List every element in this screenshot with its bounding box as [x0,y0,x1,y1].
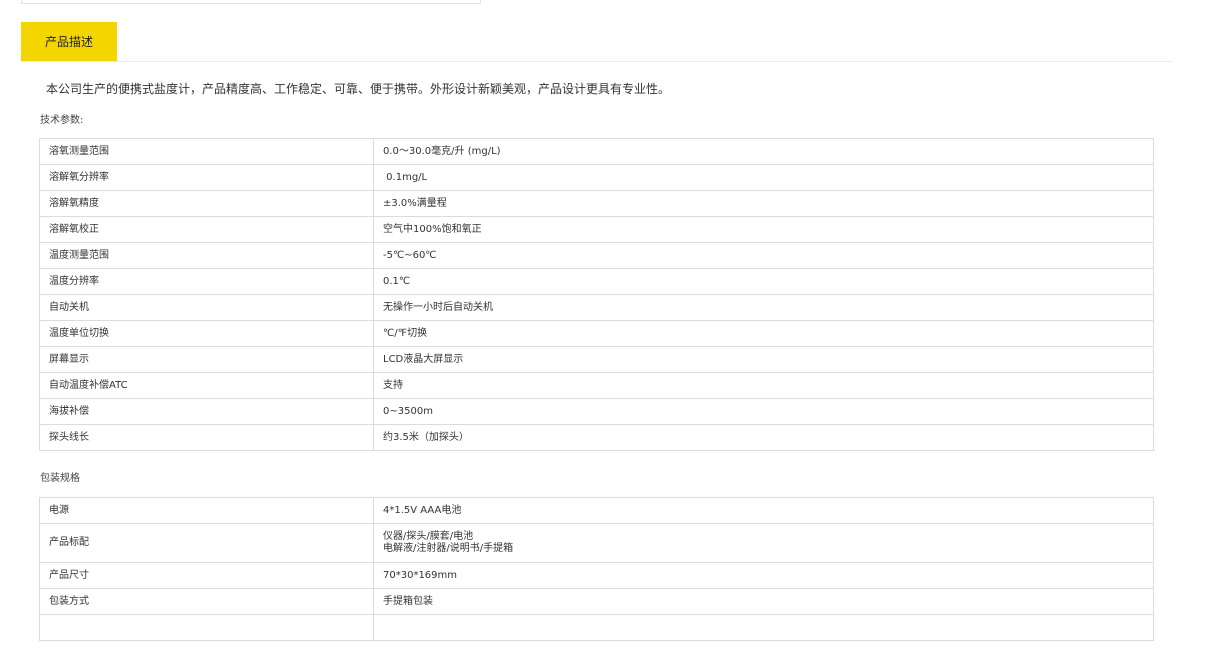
param-value-line: 电解液/注射器/说明书/手提箱 [383,543,514,554]
table-row: 溶氧测量范围 0.0～30.0毫克/升 (mg/L) [39,138,1154,165]
package-spec-heading: 包装规格 [40,473,80,484]
tech-params-heading: 技术参数: [40,115,84,126]
table-row [39,614,1154,641]
param-key [39,614,374,641]
param-key: 探头线长 [39,424,374,451]
param-key: 自动温度补偿ATC [39,372,374,399]
tech-params-table: 溶氧测量范围 0.0～30.0毫克/升 (mg/L) 溶解氧分辨率 0.1mg/L… [39,138,1154,451]
table-row: 溶解氧校正 空气中100%饱和氧正 [39,216,1154,243]
param-key: 溶解氧精度 [39,190,374,217]
tab-product-description[interactable]: 产品描述 [21,22,117,61]
table-row: 温度单位切换 ℃/℉切换 [39,320,1154,347]
top-panel-edge [21,0,481,4]
param-key: 温度测量范围 [39,242,374,269]
param-value [373,614,1154,641]
param-value: 0~3500m [373,398,1154,425]
param-value: 0.1mg/L [373,164,1154,191]
param-key: 包装方式 [39,588,374,615]
param-value: -5℃~60℃ [373,242,1154,269]
table-row: 包装方式 手提箱包装 [39,588,1154,615]
table-row: 海拔补偿 0~3500m [39,398,1154,425]
param-value-line: 仪器/探头/膜套/电池 [383,531,474,542]
product-intro-text: 本公司生产的便携式盐度计，产品精度高、工作稳定、可靠、便于携带。外形设计新颖美观… [46,82,671,96]
table-row: 产品尺寸 70*30*169mm [39,562,1154,589]
table-row: 自动温度补偿ATC 支持 [39,372,1154,399]
param-value: 0.0～30.0毫克/升 (mg/L) [373,138,1154,165]
tab-bar: 产品描述 [21,22,1172,62]
table-row: 产品标配 仪器/探头/膜套/电池 电解液/注射器/说明书/手提箱 [39,523,1154,563]
param-value: 无操作一小时后自动关机 [373,294,1154,321]
param-key: 产品标配 [39,523,374,563]
param-value: 手提箱包装 [373,588,1154,615]
param-value: 空气中100%饱和氧正 [373,216,1154,243]
param-key: 溶解氧分辨率 [39,164,374,191]
table-row: 屏幕显示 LCD液晶大屏显示 [39,346,1154,373]
param-key: 海拔补偿 [39,398,374,425]
table-row: 溶解氧精度 ±3.0%满量程 [39,190,1154,217]
param-value: 支持 [373,372,1154,399]
param-key: 产品尺寸 [39,562,374,589]
table-row: 溶解氧分辨率 0.1mg/L [39,164,1154,191]
param-key: 温度单位切换 [39,320,374,347]
param-value: 70*30*169mm [373,562,1154,589]
param-value: 仪器/探头/膜套/电池 电解液/注射器/说明书/手提箱 [373,523,1154,563]
param-key: 溶氧测量范围 [39,138,374,165]
param-value: ℃/℉切换 [373,320,1154,347]
table-row: 探头线长 约3.5米（加探头） [39,424,1154,451]
table-row: 温度测量范围 -5℃~60℃ [39,242,1154,269]
param-key: 屏幕显示 [39,346,374,373]
param-key: 溶解氧校正 [39,216,374,243]
param-value: 4*1.5V AAA电池 [373,497,1154,524]
param-value: 约3.5米（加探头） [373,424,1154,451]
param-value: ±3.0%满量程 [373,190,1154,217]
param-value: 0.1℃ [373,268,1154,295]
table-row: 自动关机 无操作一小时后自动关机 [39,294,1154,321]
table-row: 温度分辨率 0.1℃ [39,268,1154,295]
param-value: LCD液晶大屏显示 [373,346,1154,373]
param-key: 电源 [39,497,374,524]
package-spec-table: 电源 4*1.5V AAA电池 产品标配 仪器/探头/膜套/电池 电解液/注射器/… [39,497,1154,641]
param-key: 自动关机 [39,294,374,321]
param-key: 温度分辨率 [39,268,374,295]
table-row: 电源 4*1.5V AAA电池 [39,497,1154,524]
